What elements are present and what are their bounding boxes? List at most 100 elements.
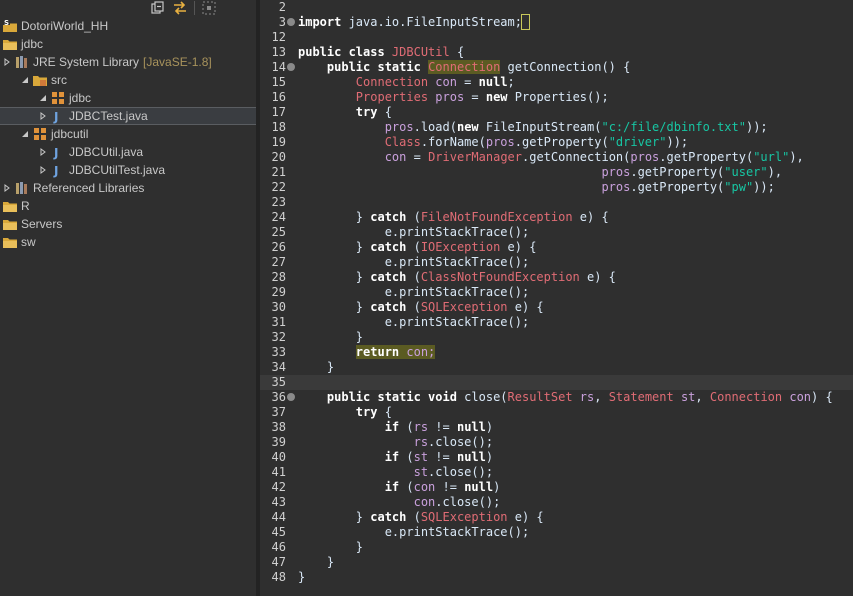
code-token: st	[673, 390, 696, 404]
collapsed-arrow-icon[interactable]	[2, 183, 12, 193]
code-line[interactable]: 15 Connection con = null;	[260, 75, 853, 90]
expanded-arrow-icon[interactable]	[20, 129, 30, 139]
code-line[interactable]: 33 return con;	[260, 345, 853, 360]
code-line[interactable]: 3 import java.io.FileInputStream;	[260, 14, 853, 30]
code-line[interactable]: 14 public static Connection getConnectio…	[260, 60, 853, 75]
code-line[interactable]: 37 try {	[260, 405, 853, 420]
code-line[interactable]: 24 } catch (FileNotFoundException e) {	[260, 210, 853, 225]
tree-item[interactable]: J JDBCUtilTest.java	[0, 161, 256, 179]
tree-item[interactable]: Referenced Libraries	[0, 179, 256, 197]
code-line[interactable]: 12	[260, 30, 853, 45]
collapsed-arrow-icon[interactable]	[38, 111, 48, 121]
code-token: if	[384, 480, 400, 494]
code-token: .getProperty(	[630, 165, 725, 179]
line-number: 35	[271, 375, 286, 389]
line-number: 22	[271, 180, 286, 194]
library-icon	[14, 180, 30, 196]
code-line[interactable]: 13 public class JDBCUtil {	[260, 45, 853, 60]
code-line[interactable]: 44 } catch (SQLException e) {	[260, 510, 853, 525]
fold-toggle-icon[interactable]	[287, 63, 295, 71]
code-token: DriverManager	[428, 150, 522, 164]
code-line[interactable]: 34 }	[260, 360, 853, 375]
collapse-all-icon[interactable]	[150, 0, 166, 16]
tree-item[interactable]: J JDBCUtil.java	[0, 143, 256, 161]
code-line[interactable]: 42 if (con != null)	[260, 480, 853, 495]
fold-toggle-icon[interactable]	[287, 18, 295, 26]
code-line[interactable]: 31 e.printStackTrace();	[260, 315, 853, 330]
code-line[interactable]: 35	[260, 375, 853, 390]
code-editor[interactable]: 2 3 import java.io.FileInputStream; 12 13 pu…	[260, 0, 853, 596]
code-line[interactable]: 38 if (rs != null)	[260, 420, 853, 435]
tree-item-label: JDBCTest.java	[69, 109, 148, 123]
code-text: } catch (FileNotFoundException e) {	[298, 210, 609, 225]
code-line[interactable]: 21 pros.getProperty("user"),	[260, 165, 853, 180]
code-line[interactable]: 40 if (st != null)	[260, 450, 853, 465]
code-text: }	[298, 570, 305, 585]
link-with-editor-icon[interactable]	[172, 0, 188, 16]
code-line[interactable]: 36 public static void close(ResultSet rs…	[260, 390, 853, 405]
collapsed-arrow-icon[interactable]	[2, 57, 12, 67]
code-token: .close();	[428, 435, 494, 449]
tree-item[interactable]: JRE System Library [JavaSE-1.8]	[0, 53, 256, 71]
code-line[interactable]: 25 e.printStackTrace();	[260, 225, 853, 240]
code-line[interactable]: 39 rs.close();	[260, 435, 853, 450]
tree-item[interactable]: sw	[0, 233, 256, 251]
collapsed-arrow-icon[interactable]	[38, 165, 48, 175]
expanded-arrow-icon[interactable]	[38, 93, 48, 103]
code-line[interactable]: 46 }	[260, 540, 853, 555]
code-token: Properties();	[507, 90, 609, 104]
code-text: public static void close(ResultSet rs, S…	[298, 390, 833, 405]
collapsed-arrow-icon[interactable]	[38, 147, 48, 157]
code-token: return	[355, 345, 400, 359]
tree-item[interactable]: J JDBCTest.java	[0, 107, 256, 125]
code-line[interactable]: 23	[260, 195, 853, 210]
code-text: }	[298, 360, 334, 375]
code-token: ),	[789, 150, 804, 164]
code-token: null	[456, 420, 486, 434]
tree-item[interactable]: Servers	[0, 215, 256, 233]
tree-item-label: JDBCUtil.java	[69, 145, 144, 159]
expanded-arrow-icon[interactable]	[20, 75, 30, 85]
code-line[interactable]: 41 st.close();	[260, 465, 853, 480]
code-token: st	[413, 450, 429, 464]
code-line[interactable]: 17 try {	[260, 105, 853, 120]
code-line[interactable]: 47 }	[260, 555, 853, 570]
code-line[interactable]: 28 } catch (ClassNotFoundException e) {	[260, 270, 853, 285]
code-line[interactable]: 27 e.printStackTrace();	[260, 255, 853, 270]
code-line[interactable]: 48}	[260, 570, 853, 585]
view-menu-icon[interactable]	[201, 0, 217, 16]
code-line[interactable]: 18 pros.load(new FileInputStream("c:/fil…	[260, 120, 853, 135]
fold-toggle-icon[interactable]	[287, 393, 295, 401]
tree-item[interactable]: R	[0, 197, 256, 215]
code-text: con = DriverManager.getConnection(pros.g…	[298, 150, 804, 165]
line-number: 25	[271, 225, 286, 239]
code-line[interactable]: 29 e.printStackTrace();	[260, 285, 853, 300]
code-line[interactable]: 20 con = DriverManager.getConnection(pro…	[260, 150, 853, 165]
tree-item[interactable]: jdbc	[0, 35, 256, 53]
code-line[interactable]: 45 e.printStackTrace();	[260, 525, 853, 540]
code-token: try	[355, 405, 378, 419]
tree-item-label: R	[21, 199, 30, 213]
code-line[interactable]: 43 con.close();	[260, 495, 853, 510]
tree-item[interactable]: jdbc	[0, 89, 256, 107]
code-line[interactable]: 26 } catch (IOException e) {	[260, 240, 853, 255]
code-line[interactable]: 16 Properties pros = new Properties();	[260, 90, 853, 105]
code-text: try {	[298, 105, 392, 120]
tree-item[interactable]: src	[0, 71, 256, 89]
code-line[interactable]: 22 pros.getProperty("pw"));	[260, 180, 853, 195]
tree-item[interactable]: jdbcutil	[0, 125, 256, 143]
code-token: =	[464, 90, 486, 104]
code-line[interactable]: 30 } catch (SQLException e) {	[260, 300, 853, 315]
code-text: e.printStackTrace();	[298, 255, 530, 270]
code-token: public static void	[326, 390, 457, 404]
code-text: e.printStackTrace();	[298, 285, 530, 300]
code-token: null	[464, 480, 494, 494]
tree-item[interactable]: S DotoriWorld_HH	[0, 17, 256, 35]
code-line[interactable]: 2	[260, 0, 853, 15]
code-token: }	[298, 360, 335, 374]
code-line[interactable]: 19 Class.forName(pros.getProperty("drive…	[260, 135, 853, 150]
code-token: catch	[370, 240, 407, 254]
code-line[interactable]: 32 }	[260, 330, 853, 345]
